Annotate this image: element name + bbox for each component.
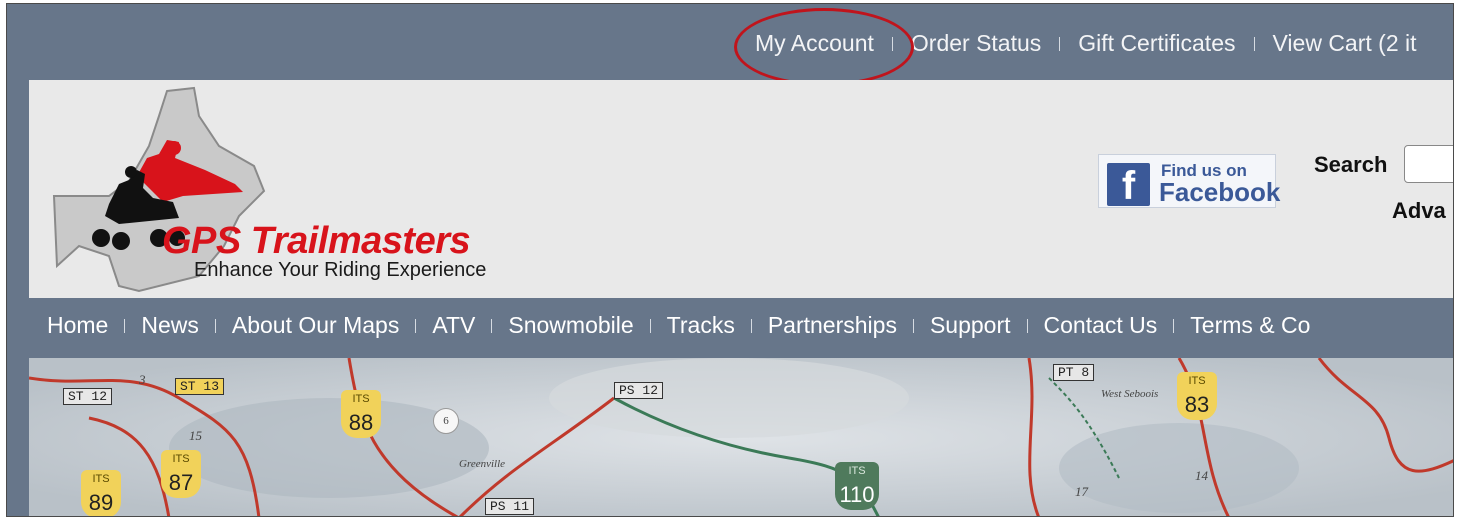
- nav-links: Home News About Our Maps ATV Snowmobile …: [47, 312, 1310, 339]
- map-tag: PT 8: [1053, 364, 1095, 381]
- map-trail-number: 14: [1195, 468, 1208, 483]
- separator: [415, 318, 417, 333]
- its-89-shield-icon: ITS 89: [81, 470, 121, 516]
- search-input[interactable]: [1404, 145, 1453, 183]
- view-cart-link[interactable]: View Cart (2 it: [1273, 30, 1417, 57]
- annotation-circle: [734, 8, 914, 86]
- separator: [491, 318, 493, 333]
- nav-snowmobile[interactable]: Snowmobile: [508, 312, 633, 339]
- map-tag: PS 12: [614, 382, 664, 399]
- nav-about-our-maps[interactable]: About Our Maps: [232, 312, 399, 339]
- facebook-icon: f: [1107, 163, 1150, 208]
- nav-contact-us[interactable]: Contact Us: [1044, 312, 1158, 339]
- nav-home[interactable]: Home: [47, 312, 108, 339]
- map-tag: PS 11: [485, 498, 535, 515]
- separator: [1026, 318, 1028, 333]
- map-marker: 6: [433, 408, 459, 434]
- map-trail-number: 15: [189, 428, 202, 443]
- browser-frame: My Account Order Status Gift Certificate…: [6, 3, 1454, 517]
- order-status-link[interactable]: Order Status: [911, 30, 1041, 57]
- separator: [649, 318, 651, 333]
- separator: [912, 318, 914, 333]
- map-trail-number: 17: [1075, 484, 1088, 499]
- advanced-search-link[interactable]: Adva: [1392, 198, 1446, 224]
- map-tag: ST 12: [63, 388, 113, 405]
- nav-tracks[interactable]: Tracks: [667, 312, 735, 339]
- separator: [124, 318, 126, 333]
- its-83-shield-icon: ITS 83: [1177, 372, 1217, 420]
- gift-certificates-link[interactable]: Gift Certificates: [1078, 30, 1235, 57]
- its-88-shield-icon: ITS 88: [341, 390, 381, 438]
- search-label: Search: [1314, 152, 1388, 177]
- main-nav: Home News About Our Maps ATV Snowmobile …: [29, 298, 1453, 358]
- nav-atv[interactable]: ATV: [432, 312, 475, 339]
- separator: [214, 318, 216, 333]
- nav-support[interactable]: Support: [930, 312, 1011, 339]
- brand-name[interactable]: GPS Trailmasters: [162, 220, 471, 263]
- nav-partnerships[interactable]: Partnerships: [768, 312, 897, 339]
- separator: [1059, 36, 1061, 51]
- facebook-big-text: Facebook: [1159, 177, 1281, 207]
- separator: [750, 318, 752, 333]
- brand-tagline: Enhance Your Riding Experience: [194, 259, 487, 281]
- map-place-label: West Seboois: [1101, 388, 1159, 400]
- nav-terms[interactable]: Terms & Co: [1190, 312, 1310, 339]
- separator: [1173, 318, 1175, 333]
- map-place-label: Greenville: [459, 458, 506, 470]
- nav-news[interactable]: News: [141, 312, 199, 339]
- top-utility-bar: My Account Order Status Gift Certificate…: [7, 4, 1453, 86]
- trail-map-banner: ITS 88 ITS 87 ITS 89 ITS 83 ITS 110 ST 12 ST …: [29, 358, 1453, 516]
- map-tag: ST 13: [175, 378, 225, 395]
- its-87-shield-icon: ITS 87: [161, 450, 201, 498]
- site-header: GPS Trailmasters Enhance Your Riding Exp…: [29, 80, 1453, 298]
- map-trail-number: 3: [139, 372, 146, 387]
- separator: [1253, 36, 1255, 51]
- facebook-badge[interactable]: f Find us on Facebook: [1098, 154, 1280, 208]
- its-110-shield-icon: ITS 110: [835, 462, 879, 510]
- trail-map-image: [29, 358, 1453, 516]
